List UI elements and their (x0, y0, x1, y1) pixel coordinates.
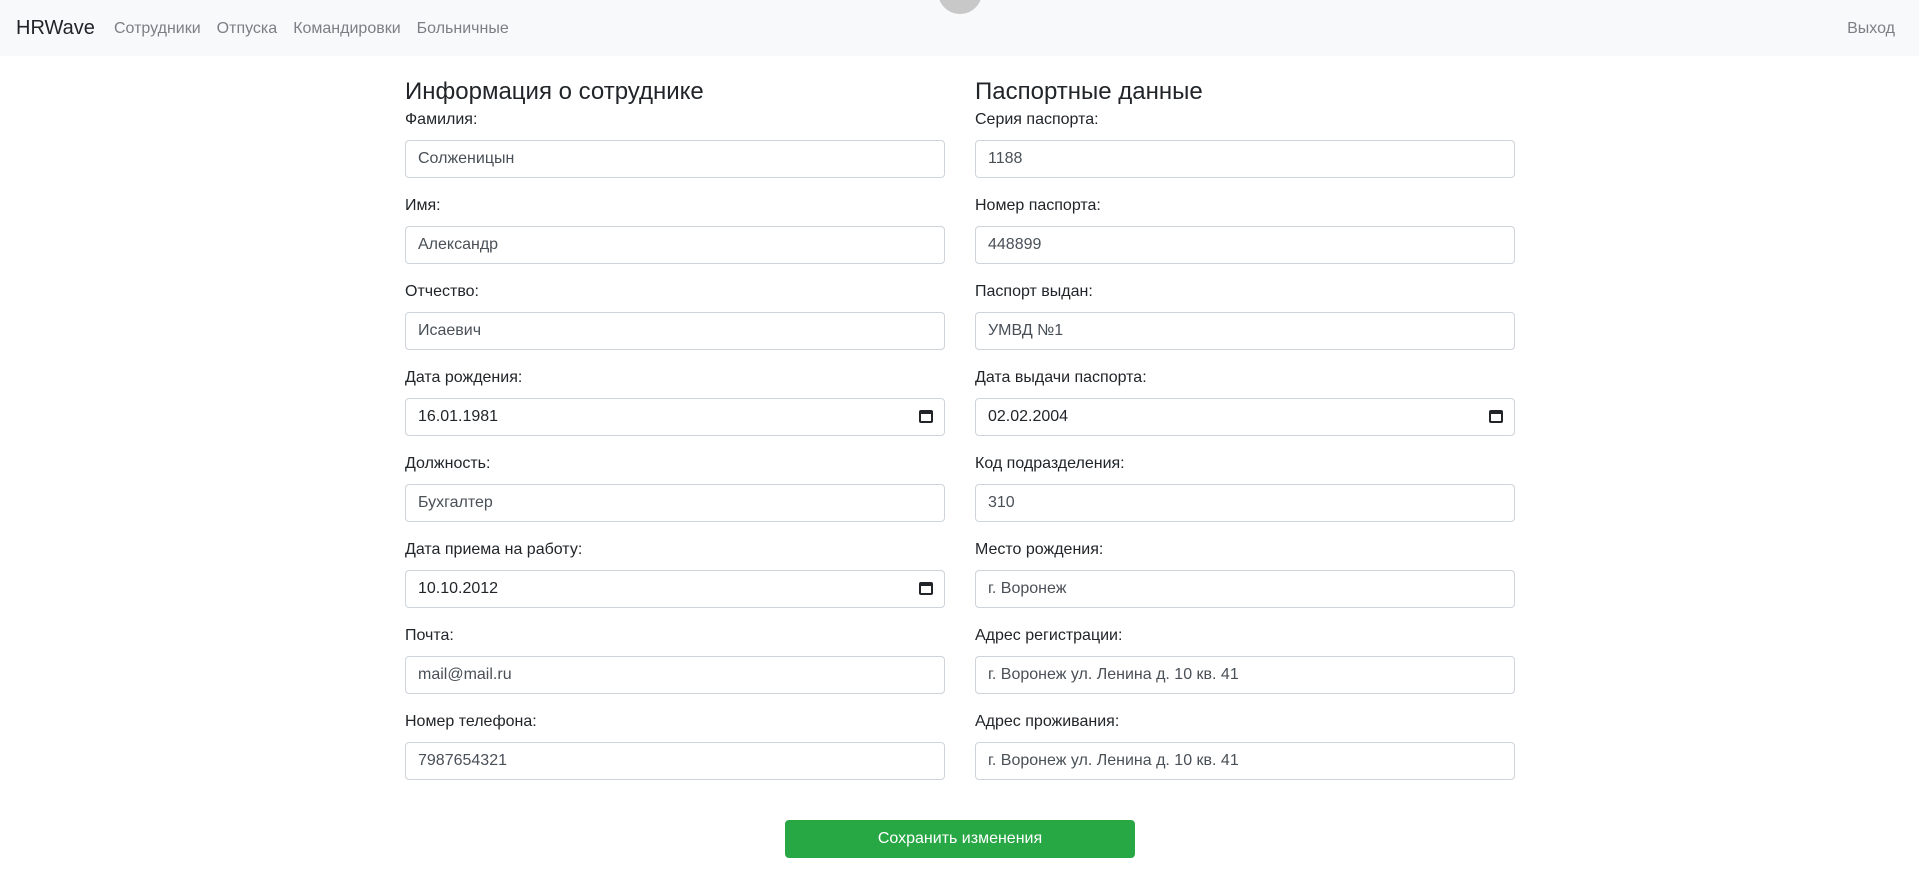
birthplace-input[interactable] (975, 570, 1515, 608)
position-label: Должность: (405, 455, 491, 472)
surname-label: Фамилия: (405, 111, 478, 128)
registration-address-field-group: Адрес регистрации: (975, 624, 1515, 710)
passport-number-input[interactable] (975, 226, 1515, 264)
phone-label: Номер телефона: (405, 713, 537, 730)
nav-sick-leaves[interactable]: Больничные (417, 17, 509, 41)
calendar-icon[interactable] (919, 410, 933, 423)
position-input[interactable] (405, 484, 945, 522)
passport-issue-date-label: Дата выдачи паспорта: (975, 369, 1147, 386)
hire-date-field-group: Дата приема на работу: (405, 538, 945, 624)
phone-input[interactable] (405, 742, 945, 780)
email-field-group: Почта: (405, 624, 945, 710)
birthdate-input[interactable] (405, 398, 945, 436)
registration-address-input[interactable] (975, 656, 1515, 694)
passport-number-field-group: Номер паспорта: (975, 194, 1515, 280)
name-label: Имя: (405, 197, 441, 214)
division-code-label: Код подразделения: (975, 455, 1125, 472)
surname-field-group: Фамилия: (405, 108, 945, 194)
calendar-icon[interactable] (919, 582, 933, 595)
save-changes-button[interactable]: Сохранить изменения (785, 820, 1135, 858)
passport-issue-date-field-group: Дата выдачи паспорта: (975, 366, 1515, 452)
email-label: Почта: (405, 627, 454, 644)
passport-number-label: Номер паспорта: (975, 197, 1101, 214)
name-field-group: Имя: (405, 194, 945, 280)
residence-address-label: Адрес проживания: (975, 713, 1120, 730)
passport-issuer-field-group: Паспорт выдан: (975, 280, 1515, 366)
nav-business-trips[interactable]: Командировки (293, 17, 400, 41)
patronymic-label: Отчество: (405, 283, 479, 300)
passport-series-input[interactable] (975, 140, 1515, 178)
hire-date-input[interactable] (405, 570, 945, 608)
nav-links: Сотрудники Отпуска Командировки Больничн… (114, 17, 525, 41)
passport-issuer-label: Паспорт выдан: (975, 283, 1093, 300)
passport-issue-date-input[interactable] (975, 398, 1515, 436)
surname-input[interactable] (405, 140, 945, 178)
employee-info-heading: Информация о сотруднике (405, 78, 704, 105)
name-input[interactable] (405, 226, 945, 264)
patronymic-field-group: Отчество: (405, 280, 945, 366)
brand-logo[interactable]: HRWave (16, 14, 95, 42)
hire-date-label: Дата приема на работу: (405, 541, 583, 558)
birthplace-label: Место рождения: (975, 541, 1104, 558)
passport-section: Паспортные данные Серия паспорта: Номер … (975, 76, 1515, 796)
residence-address-input[interactable] (975, 742, 1515, 780)
division-code-input[interactable] (975, 484, 1515, 522)
nav-vacations[interactable]: Отпуска (217, 17, 278, 41)
birthdate-label: Дата рождения: (405, 369, 523, 386)
employee-info-section: Информация о сотруднике Фамилия: Имя: От… (405, 76, 945, 796)
passport-issuer-input[interactable] (975, 312, 1515, 350)
passport-series-field-group: Серия паспорта: (975, 108, 1515, 194)
logout-link[interactable]: Выход (1847, 17, 1895, 41)
position-field-group: Должность: (405, 452, 945, 538)
division-code-field-group: Код подразделения: (975, 452, 1515, 538)
phone-field-group: Номер телефона: (405, 710, 945, 796)
passport-heading: Паспортные данные (975, 78, 1203, 105)
nav-employees[interactable]: Сотрудники (114, 17, 201, 41)
residence-address-field-group: Адрес проживания: (975, 710, 1515, 796)
birthplace-field-group: Место рождения: (975, 538, 1515, 624)
passport-series-label: Серия паспорта: (975, 111, 1099, 128)
birthdate-field-group: Дата рождения: (405, 366, 945, 452)
registration-address-label: Адрес регистрации: (975, 627, 1123, 644)
patronymic-input[interactable] (405, 312, 945, 350)
calendar-icon[interactable] (1489, 410, 1503, 423)
email-input[interactable] (405, 656, 945, 694)
